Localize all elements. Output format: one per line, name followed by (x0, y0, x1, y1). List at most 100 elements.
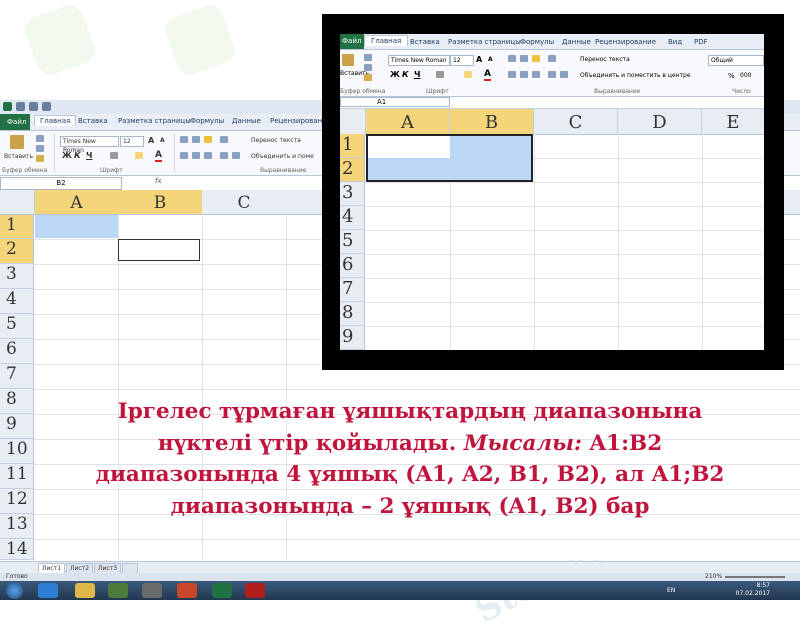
align-top-icon[interactable] (180, 136, 188, 143)
app-icon[interactable] (142, 583, 162, 598)
active-cell-b2[interactable] (118, 239, 200, 261)
outdent-icon[interactable] (560, 71, 568, 78)
borders-icon[interactable] (110, 152, 118, 159)
font-name-select[interactable]: Times New Roman (388, 55, 450, 66)
fill-color-icon[interactable] (464, 71, 472, 78)
format-painter-icon[interactable] (364, 74, 372, 81)
tab-home[interactable]: Главная (34, 115, 77, 126)
tab-formulas[interactable]: Формулы (520, 38, 554, 46)
row-header[interactable]: 8 (0, 389, 34, 414)
row-header[interactable]: 7 (0, 364, 34, 389)
pdf-icon[interactable] (245, 583, 265, 598)
row-header[interactable]: 9 (0, 414, 34, 439)
row-header[interactable]: 10 (0, 439, 34, 464)
italic-button[interactable]: К (402, 70, 409, 79)
name-box[interactable]: B2 (0, 177, 122, 190)
merge-center-button[interactable]: Объединить и поместить в центре (580, 72, 691, 79)
row-header[interactable]: 5 (0, 314, 34, 339)
row-header[interactable]: 1 (340, 134, 365, 158)
explorer-icon[interactable] (75, 583, 95, 598)
row-header[interactable]: 2 (0, 239, 34, 264)
ie-icon[interactable] (38, 583, 58, 598)
column-header[interactable]: B (450, 109, 534, 135)
row-header[interactable]: 4 (340, 206, 365, 230)
row-header[interactable]: 8 (340, 302, 365, 326)
merge-center-button[interactable]: Объединить и поме (251, 153, 314, 160)
save-icon[interactable] (16, 102, 25, 111)
tab-pdf[interactable]: PDF (694, 38, 708, 46)
shrink-font-button[interactable]: A (488, 56, 493, 63)
fill-color-icon[interactable] (135, 152, 143, 159)
number-format-select[interactable]: Общий (708, 55, 764, 66)
align-top-icon[interactable] (508, 55, 516, 62)
align-right-icon[interactable] (532, 71, 540, 78)
row-header[interactable]: 11 (0, 464, 34, 489)
tab-review[interactable]: Рецензирование (595, 38, 656, 46)
underline-button[interactable]: Ч (414, 70, 420, 79)
font-size-select[interactable]: 12 (120, 136, 144, 147)
orientation-icon[interactable] (220, 136, 228, 143)
row-header[interactable]: 6 (0, 339, 34, 364)
media-player-icon[interactable] (108, 583, 128, 598)
clock[interactable]: 8:57 07.02.2017 (736, 582, 770, 598)
row-header[interactable]: 2 (340, 158, 365, 182)
align-center-icon[interactable] (520, 71, 528, 78)
tab-insert[interactable]: Вставка (410, 38, 440, 46)
font-color-button[interactable]: A (155, 150, 162, 162)
worksheet-grid[interactable]: A B C D E 1 2 3 4 5 6 7 8 9 (340, 109, 764, 350)
outdent-icon[interactable] (232, 152, 240, 159)
orientation-icon[interactable] (548, 55, 556, 62)
align-bottom-icon[interactable] (532, 55, 540, 62)
indent-icon[interactable] (220, 152, 228, 159)
bold-button[interactable]: Ж (62, 151, 72, 160)
powerpoint-icon[interactable] (177, 583, 197, 598)
redo-icon[interactable] (42, 102, 51, 111)
copy-icon[interactable] (36, 145, 44, 152)
column-header[interactable]: D (618, 109, 702, 135)
column-header[interactable]: A (35, 190, 119, 215)
excel-taskbar-icon[interactable] (212, 583, 232, 598)
shrink-font-button[interactable]: A (160, 137, 165, 144)
italic-button[interactable]: К (74, 151, 81, 160)
tab-data[interactable]: Данные (562, 38, 591, 46)
column-header[interactable]: E (702, 109, 764, 135)
column-header[interactable]: B (118, 190, 203, 215)
row-header[interactable]: 6 (340, 254, 365, 278)
column-header[interactable]: A (366, 109, 450, 135)
copy-icon[interactable] (364, 64, 372, 71)
cut-icon[interactable] (36, 135, 44, 142)
row-header[interactable]: 4 (0, 289, 34, 314)
row-header[interactable]: 3 (340, 182, 365, 206)
align-bottom-icon[interactable] (204, 136, 212, 143)
language-indicator[interactable]: EN (667, 587, 675, 594)
font-size-select[interactable]: 12 (450, 55, 474, 66)
tab-view[interactable]: Вид (668, 38, 682, 46)
align-right-icon[interactable] (204, 152, 212, 159)
indent-icon[interactable] (548, 71, 556, 78)
grow-font-button[interactable]: A (148, 136, 154, 145)
undo-icon[interactable] (29, 102, 38, 111)
row-header[interactable]: 12 (0, 489, 34, 514)
align-left-icon[interactable] (180, 152, 188, 159)
align-left-icon[interactable] (508, 71, 516, 78)
row-header[interactable]: 13 (0, 514, 34, 539)
excel-icon[interactable] (3, 102, 12, 111)
tab-file[interactable]: Файл (0, 114, 30, 130)
percent-button[interactable]: % (728, 72, 735, 80)
borders-icon[interactable] (436, 71, 444, 78)
align-center-icon[interactable] (192, 152, 200, 159)
tab-page-layout[interactable]: Разметка страницы (118, 117, 191, 125)
row-header[interactable]: 1 (0, 215, 34, 239)
align-middle-icon[interactable] (520, 55, 528, 62)
cut-icon[interactable] (364, 54, 372, 61)
grow-font-button[interactable]: A (476, 55, 482, 64)
tab-home[interactable]: Главная (364, 35, 409, 46)
font-color-button[interactable]: A (484, 69, 491, 81)
wrap-text-button[interactable]: Перенос текста (580, 56, 630, 63)
bold-button[interactable]: Ж (390, 70, 400, 79)
column-header[interactable]: C (202, 190, 287, 215)
row-header[interactable]: 7 (340, 278, 365, 302)
tab-page-layout[interactable]: Разметка страницы (448, 38, 521, 46)
start-button[interactable] (6, 582, 23, 599)
tab-insert[interactable]: Вставка (78, 117, 108, 125)
